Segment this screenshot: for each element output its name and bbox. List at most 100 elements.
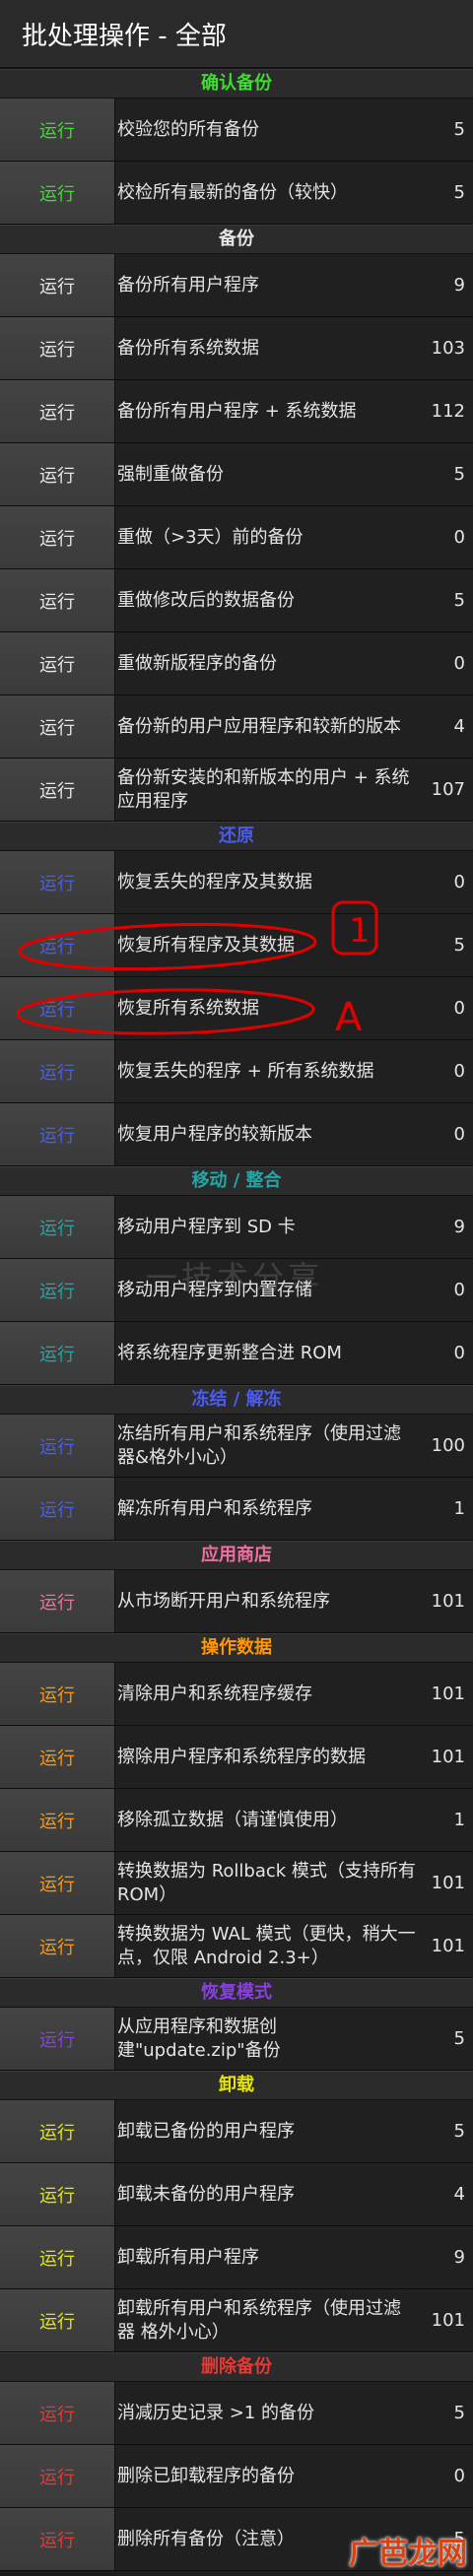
run-button[interactable]: 运行 [0,1415,115,1477]
section-header: 恢复模式 [0,1978,473,2008]
run-button[interactable]: 运行 [0,977,115,1039]
run-button[interactable]: 运行 [0,1040,115,1102]
section-header: 应用商店 [0,1541,473,1570]
run-button[interactable]: 运行 [0,1789,115,1851]
list-item: 运行 备份所有系统数据 103 [0,317,473,380]
item-count: 0 [422,1103,473,1165]
run-button[interactable]: 运行 [0,914,115,976]
run-button[interactable]: 运行 [0,1259,115,1321]
run-button[interactable]: 运行 [0,2226,115,2288]
list-item: 运行 重做新版程序的备份 0 [0,632,473,695]
list-item: 运行 备份所有用户程序 + 系统数据 112 [0,380,473,443]
operation-label: 恢复丢失的程序 + 所有系统数据 [115,1040,422,1102]
operation-label: 备份新的用户应用程序和较新的版本 [115,695,422,758]
list-item: 运行 恢复所有系统数据 0 [0,977,473,1040]
run-button[interactable]: 运行 [0,1478,115,1540]
section-header: 确认备份 [0,69,473,99]
section-header: 还原 [0,822,473,851]
batch-operations-list: 确认备份 运行 校验您的所有备份 5 运行 校检所有最新的备份（较快） 5 备份 运行 备份所有用… [0,69,473,2571]
operation-label: 移动用户程序到 SD 卡 [115,1196,422,1258]
run-button[interactable]: 运行 [0,2508,115,2570]
section-header: 冻结 / 解冻 [0,1385,473,1415]
run-button[interactable]: 运行 [0,2008,115,2070]
list-item: 运行 擦除用户程序和系统程序的数据 101 [0,1726,473,1789]
operation-label: 卸载所有用户程序 [115,2226,422,2288]
item-count: 5 [422,162,473,224]
run-button[interactable]: 运行 [0,1103,115,1165]
list-item: 运行 卸载未备份的用户程序 4 [0,2163,473,2226]
item-count: 101 [422,1726,473,1788]
item-count: 101 [422,1852,473,1914]
item-count: 5 [422,2100,473,2162]
item-count: 9 [422,2226,473,2288]
list-item: 运行 卸载所有用户程序 9 [0,2226,473,2289]
item-count: 0 [422,506,473,568]
list-item: 运行 备份新的用户应用程序和较新的版本 4 [0,695,473,759]
item-count: 5 [422,99,473,161]
run-button[interactable]: 运行 [0,632,115,694]
item-count: 4 [422,2163,473,2225]
item-count: 5 [422,569,473,631]
run-button[interactable]: 运行 [0,1915,115,1977]
run-button[interactable]: 运行 [0,759,115,821]
item-count: 0 [422,2445,473,2507]
list-item: 运行 从应用程序和数据创建"update.zip"备份 5 [0,2008,473,2071]
item-count: 0 [422,1040,473,1102]
item-count: 5 [422,914,473,976]
item-count: 0 [422,1259,473,1321]
run-button[interactable]: 运行 [0,1852,115,1914]
run-button[interactable]: 运行 [0,2382,115,2444]
run-button[interactable]: 运行 [0,569,115,631]
operation-label: 重做新版程序的备份 [115,632,422,694]
run-button[interactable]: 运行 [0,1570,115,1632]
list-item: 运行 恢复丢失的程序及其数据 0 [0,851,473,914]
operation-label: 备份新安装的和新版本的用户 + 系统应用程序 [115,759,422,821]
item-count: 0 [422,632,473,694]
operation-label: 卸载未备份的用户程序 [115,2163,422,2225]
run-button[interactable]: 运行 [0,1322,115,1384]
run-button[interactable]: 运行 [0,162,115,224]
operation-label: 备份所有系统数据 [115,317,422,379]
list-item: 运行 从市场断开用户和系统程序 101 [0,1570,473,1633]
list-item: 运行 强制重做备份 5 [0,443,473,506]
list-item: 运行 移动用户程序到 SD 卡9 [0,1196,473,1259]
list-item: 运行 移除孤立数据（请谨慎使用） 1 [0,1789,473,1852]
item-count: 0 [422,1322,473,1384]
run-button[interactable]: 运行 [0,2100,115,2162]
run-button[interactable]: 运行 [0,99,115,161]
item-count: 0 [422,977,473,1039]
run-button[interactable]: 运行 [0,2163,115,2225]
run-button[interactable]: 运行 [0,2445,115,2507]
run-button[interactable]: 运行 [0,2289,115,2351]
list-item: 运行 备份新安装的和新版本的用户 + 系统应用程序 107 [0,759,473,822]
operation-label: 清除用户和系统程序缓存 [115,1663,422,1725]
run-button[interactable]: 运行 [0,695,115,758]
corner-logo: 广芭龙网 [349,2537,467,2571]
run-button[interactable]: 运行 [0,1196,115,1258]
section-header: 操作数据 [0,1633,473,1663]
run-button[interactable]: 运行 [0,1726,115,1788]
run-button[interactable]: 运行 [0,317,115,379]
operation-label: 强制重做备份 [115,443,422,505]
list-item: 运行 重做（>3天）前的备份 0 [0,506,473,569]
operation-label: 冻结所有用户和系统程序（使用过滤器&格外小心） [115,1415,422,1477]
section-header: 卸载 [0,2071,473,2100]
list-item: 运行 校检所有最新的备份（较快） 5 [0,162,473,225]
run-button[interactable]: 运行 [0,506,115,568]
item-count: 103 [422,317,473,379]
run-button[interactable]: 运行 [0,254,115,316]
operation-label: 删除已卸载程序的备份 [115,2445,422,2507]
run-button[interactable]: 运行 [0,443,115,505]
operation-label: 恢复用户程序的较新版本 [115,1103,422,1165]
list-item: 运行 转换数据为 WAL 模式（更快，稍大一点，仅限 Android 2.3+） 1… [0,1915,473,1978]
list-item: 运行 卸载已备份的用户程序 5 [0,2100,473,2163]
run-button[interactable]: 运行 [0,1663,115,1725]
run-button[interactable]: 运行 [0,380,115,442]
list-item: 运行 校验您的所有备份 5 [0,99,473,162]
operation-label: 重做（>3天）前的备份 [115,506,422,568]
list-item: 运行 恢复用户程序的较新版本 0 [0,1103,473,1166]
page-title: 批处理操作 - 全部 [22,21,227,51]
operation-label: 恢复丢失的程序及其数据 [115,851,422,913]
run-button[interactable]: 运行 [0,851,115,913]
list-item: 运行 删除已卸载程序的备份 0 [0,2445,473,2508]
